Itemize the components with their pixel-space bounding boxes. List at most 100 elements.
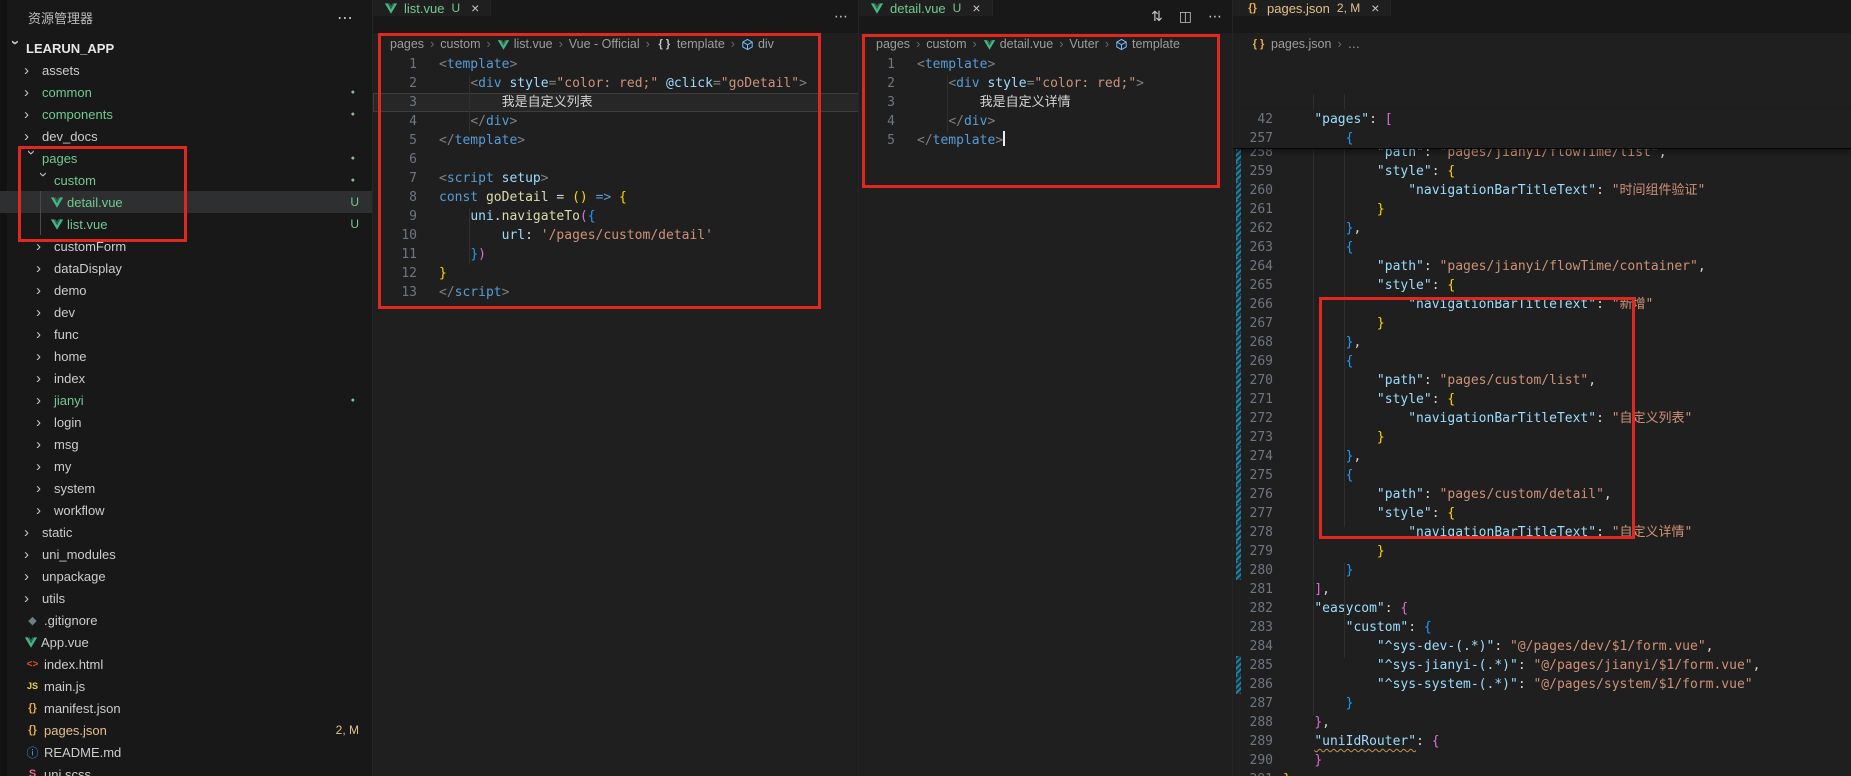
tree-item-uni.scss[interactable]: Suni.scss xyxy=(0,763,372,776)
breadcrumb-segment[interactable]: pages xyxy=(876,37,910,51)
tree-root[interactable]: › LEARUN_APP xyxy=(0,37,372,59)
tree-item-detail.vue[interactable]: detail.vueU xyxy=(0,191,372,213)
tree-item-unpackage[interactable]: ›unpackage xyxy=(0,565,372,587)
tree-item-system[interactable]: ›system xyxy=(0,477,372,499)
line-number: 2 xyxy=(859,74,895,93)
breadcrumb-segment[interactable]: custom xyxy=(926,37,966,51)
line-number: 290 xyxy=(1233,751,1273,770)
code-line-291: 291 } xyxy=(1233,770,1851,776)
tree-item-demo[interactable]: ›demo xyxy=(0,279,372,301)
breadcrumb-segment[interactable]: { }template xyxy=(656,37,725,51)
breadcrumb-segment[interactable]: div xyxy=(741,37,774,51)
chevron-right-icon: › xyxy=(36,327,51,342)
line-number: 276 xyxy=(1233,485,1273,504)
tree-item-msg[interactable]: ›msg xyxy=(0,433,372,455)
chevron-right-icon: › xyxy=(36,481,51,496)
tree-item-dev_docs[interactable]: ›dev_docs xyxy=(0,125,372,147)
code-editor[interactable]: 1 <template> 2 <div style="color: red;" … xyxy=(373,55,859,776)
tree-item-App.vue[interactable]: App.vue xyxy=(0,631,372,653)
sticky-scroll[interactable]: 42 "pages": [ 257 { xyxy=(1233,110,1851,149)
code-line-278: 278 "navigationBarTitleText": "自定义详情" xyxy=(1233,523,1851,542)
breadcrumb-segment[interactable]: template xyxy=(1115,37,1180,51)
editor-pane-pages-json: {}pages.json 2, M × { }pages.json›… 42 "… xyxy=(1232,0,1851,776)
code-editor[interactable]: 42 "pages": [ 257 { 258 "path": "pages/j… xyxy=(1233,55,1851,776)
more-actions-icon[interactable]: ⋯ xyxy=(834,8,849,25)
chevron-right-icon: › xyxy=(36,437,51,452)
tree-item-home[interactable]: ›home xyxy=(0,345,372,367)
split-editor-icon[interactable]: ◫ xyxy=(1179,8,1192,25)
tab-detail.vue[interactable]: detail.vue U × xyxy=(859,0,993,16)
tree-item-list.vue[interactable]: list.vueU xyxy=(0,213,372,235)
tree-item-assets[interactable]: ›assets xyxy=(0,59,372,81)
code-line-257: 257 { xyxy=(1233,129,1851,148)
code-line-3: 3 我是自定义详情 xyxy=(859,93,1233,112)
close-icon[interactable]: × xyxy=(471,0,479,16)
tree-item-.gitignore[interactable]: ◆.gitignore xyxy=(0,609,372,631)
tree-item-dataDisplay[interactable]: ›dataDisplay xyxy=(0,257,372,279)
close-icon[interactable]: × xyxy=(1371,0,1379,16)
close-icon[interactable]: × xyxy=(972,0,980,16)
indent-guide xyxy=(40,191,41,235)
tree-item-workflow[interactable]: ›workflow xyxy=(0,499,372,521)
code-editor[interactable]: 1 <template> 2 <div style="color: red;">… xyxy=(859,55,1233,776)
line-number: 277 xyxy=(1233,504,1273,523)
text-cursor xyxy=(1003,131,1005,146)
line-number: 5 xyxy=(859,131,895,150)
tree-item-manifest.json[interactable]: {}manifest.json xyxy=(0,697,372,719)
breadcrumb-segment[interactable]: pages xyxy=(390,37,424,51)
tree-item-custom[interactable]: ›custom● xyxy=(0,169,372,191)
tree-item-jianyi[interactable]: ›jianyi● xyxy=(0,389,372,411)
vue-icon xyxy=(50,217,64,231)
tree-item-index[interactable]: ›index xyxy=(0,367,372,389)
tree-item-static[interactable]: ›static xyxy=(0,521,372,543)
line-number: 264 xyxy=(1233,257,1273,276)
file-tree: › LEARUN_APP ›assets ›common● ›component… xyxy=(0,37,372,776)
tree-item-pages[interactable]: ›pages● xyxy=(0,147,372,169)
code-line-286: 286 "^sys-system-(.*)": "@/pages/system/… xyxy=(1233,675,1851,694)
code-line-3: 3 我是自定义列表 xyxy=(373,93,859,112)
line-number: 9 xyxy=(373,207,417,226)
code-line-269: 269 { xyxy=(1233,352,1851,371)
breadcrumb-segment[interactable]: Vuter xyxy=(1069,37,1098,51)
line-number: 280 xyxy=(1233,561,1273,580)
tab-status-badge: U xyxy=(451,1,460,15)
tree-item-my[interactable]: ›my xyxy=(0,455,372,477)
code-line-5: 5 </template> xyxy=(859,131,1233,150)
tree-item-common[interactable]: ›common● xyxy=(0,81,372,103)
tab-status-badge: U xyxy=(953,1,962,15)
compare-icon[interactable]: ⇅ xyxy=(1151,8,1163,25)
line-number: 258 xyxy=(1233,149,1273,162)
line-number: 272 xyxy=(1233,409,1273,428)
line-number: 263 xyxy=(1233,238,1273,257)
tree-item-dev[interactable]: ›dev xyxy=(0,301,372,323)
breadcrumb-segment[interactable]: list.vue xyxy=(497,37,553,51)
breadcrumb-separator: › xyxy=(1105,37,1109,51)
code-line-261: 261 } xyxy=(1233,200,1851,219)
breadcrumb-segment[interactable]: … xyxy=(1348,37,1361,51)
breadcrumb-segment[interactable]: Vue - Official xyxy=(569,37,640,51)
code-line-265: 265 "style": { xyxy=(1233,276,1851,295)
code-line-4: 4 </div> xyxy=(859,112,1233,131)
tree-item-uni_modules[interactable]: ›uni_modules xyxy=(0,543,372,565)
code-line-281: 281 ], xyxy=(1233,580,1851,599)
chevron-right-icon: › xyxy=(24,107,39,122)
breadcrumb-segment[interactable]: detail.vue xyxy=(983,37,1054,51)
tree-item-customForm[interactable]: ›customForm xyxy=(0,235,372,257)
tree-item-main.js[interactable]: JSmain.js xyxy=(0,675,372,697)
more-actions-icon[interactable]: ⋯ xyxy=(1208,8,1223,25)
tree-item-components[interactable]: ›components● xyxy=(0,103,372,125)
breadcrumb-segment[interactable]: { }pages.json xyxy=(1250,37,1331,51)
tree-item-utils[interactable]: ›utils xyxy=(0,587,372,609)
code-line-262: 262 }, xyxy=(1233,219,1851,238)
code-line-260: 260 "navigationBarTitleText": "时间组件验证" xyxy=(1233,181,1851,200)
tab-pages.json[interactable]: {}pages.json 2, M × xyxy=(1233,0,1391,16)
tree-item-pages.json[interactable]: {}pages.json2, M xyxy=(0,719,372,741)
tree-item-index.html[interactable]: <>index.html xyxy=(0,653,372,675)
more-actions-icon[interactable]: ⋯ xyxy=(337,8,354,28)
breadcrumb-segment[interactable]: custom xyxy=(440,37,480,51)
tree-item-README.md[interactable]: ⓘREADME.md xyxy=(0,741,372,763)
chevron-right-icon: › xyxy=(24,129,39,144)
tree-item-login[interactable]: ›login xyxy=(0,411,372,433)
tab-list.vue[interactable]: list.vue U × xyxy=(373,0,491,16)
tree-item-func[interactable]: ›func xyxy=(0,323,372,345)
